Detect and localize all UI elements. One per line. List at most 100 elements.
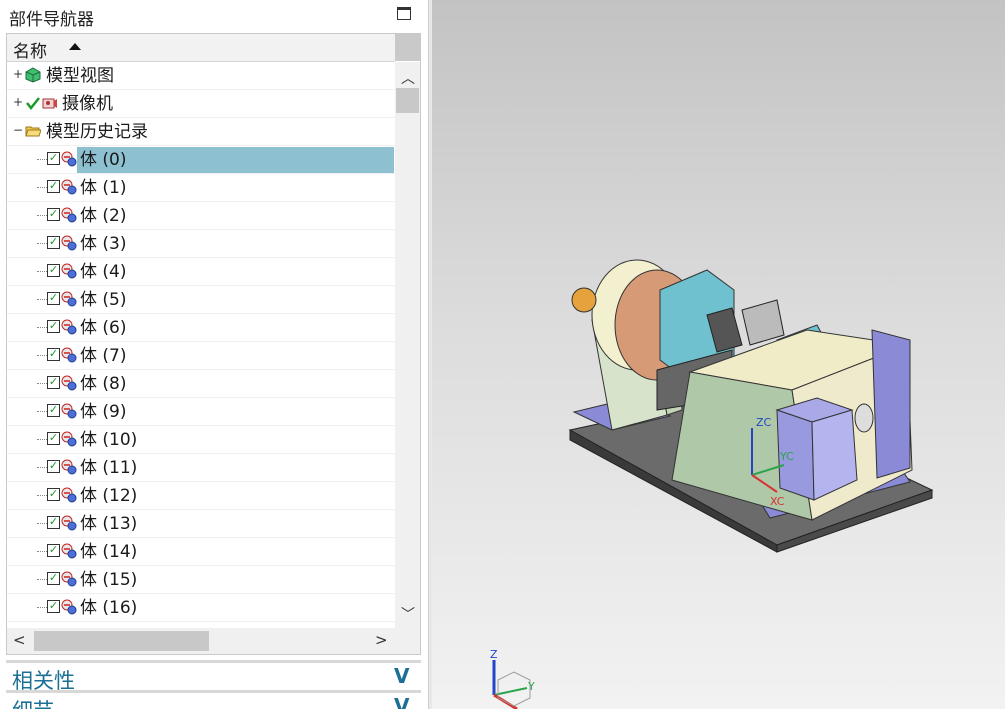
tree-connector: [37, 411, 47, 412]
triad-z-label: Z: [490, 648, 498, 661]
horizontal-scroll-thumb[interactable]: [34, 631, 209, 651]
tree-item-body[interactable]: ✓ 体 (6): [7, 314, 395, 342]
scroll-down-icon[interactable]: ﹀: [401, 604, 415, 624]
checkbox-checked-icon[interactable]: ✓: [47, 152, 60, 165]
section-dependencies[interactable]: 相关性 V: [6, 660, 421, 693]
tree-connector: [37, 355, 47, 356]
tree-item-body[interactable]: ✓ 体 (13): [7, 510, 395, 538]
tree-item-label: 体 (6): [80, 318, 127, 338]
tree-item-body[interactable]: ✓ 体 (7): [7, 342, 395, 370]
tree-item-body[interactable]: ✓ 体 (16): [7, 594, 395, 622]
triad-y-label: Y: [527, 680, 535, 693]
scroll-right-icon[interactable]: >: [375, 631, 388, 649]
checkbox-checked-icon[interactable]: ✓: [47, 488, 60, 501]
graphics-viewport[interactable]: ZC YC XC Z Y: [432, 0, 1005, 709]
tree-item-label: 体 (2): [80, 206, 127, 226]
tree-item-label: 体 (8): [80, 374, 127, 394]
tree-item-body[interactable]: ✓ 体 (3): [7, 230, 395, 258]
fixture-model-graphic[interactable]: ZC YC XC Z Y: [432, 0, 1005, 709]
tree-connector: [37, 523, 47, 524]
tree-connector: [37, 159, 47, 160]
body-feature-icon: [61, 515, 77, 531]
tree-item-body[interactable]: ✓ 体 (15): [7, 566, 395, 594]
tree-connector: [37, 271, 47, 272]
checkbox-checked-icon[interactable]: ✓: [47, 572, 60, 585]
tree-item[interactable]: + 模型视图: [7, 62, 395, 90]
tree-item-label: 体 (0): [77, 147, 394, 173]
tree-item-body[interactable]: ✓ 体 (4): [7, 258, 395, 286]
tree-connector: [37, 215, 47, 216]
column-header-corner: [395, 34, 420, 61]
checkbox-checked-icon[interactable]: ✓: [47, 544, 60, 557]
checkbox-checked-icon[interactable]: ✓: [47, 236, 60, 249]
tree-item-body[interactable]: ✓ 体 (12): [7, 482, 395, 510]
chevron-down-icon[interactable]: V: [394, 664, 409, 688]
checkbox-checked-icon[interactable]: ✓: [47, 348, 60, 361]
horizontal-scrollbar[interactable]: < >: [7, 628, 420, 654]
body-feature-icon: [61, 291, 77, 307]
tree-connector: [37, 243, 47, 244]
checkbox-checked-icon[interactable]: ✓: [47, 292, 60, 305]
body-feature-icon: [61, 375, 77, 391]
tree-item-body[interactable]: ✓ 体 (9): [7, 398, 395, 426]
chevron-down-icon[interactable]: V: [394, 694, 409, 709]
xc-label: XC: [770, 495, 785, 508]
tree-item-body[interactable]: ✓ 体 (10): [7, 426, 395, 454]
tree-connector: [37, 187, 47, 188]
vertical-scrollbar[interactable]: ︿ ﹀: [395, 62, 420, 628]
checkbox-checked-icon[interactable]: ✓: [47, 460, 60, 473]
checkbox-checked-icon[interactable]: ✓: [47, 180, 60, 193]
folder-open-icon: [25, 126, 41, 137]
camera-icon: [42, 98, 57, 109]
checkbox-checked-icon[interactable]: ✓: [47, 320, 60, 333]
tree-item-body[interactable]: ✓ 体 (0): [7, 146, 395, 174]
tree-connector: [37, 327, 47, 328]
tree-item-label: 体 (12): [80, 486, 138, 506]
column-header-name[interactable]: 名称: [7, 34, 395, 62]
tree-item-label: 体 (11): [80, 458, 138, 478]
body-feature-icon: [61, 179, 77, 195]
tree-item-label: 体 (5): [80, 290, 127, 310]
tree-connector: [37, 607, 47, 608]
section-details-label: 细节: [12, 695, 54, 709]
checkbox-checked-icon[interactable]: ✓: [47, 516, 60, 529]
scroll-up-icon[interactable]: ︿: [401, 68, 415, 88]
body-feature-icon: [61, 235, 77, 251]
body-feature-icon: [61, 263, 77, 279]
checkbox-checked-icon[interactable]: ✓: [47, 208, 60, 221]
cube-view-icon: [25, 67, 41, 83]
navigator-title: 部件导航器: [9, 10, 94, 30]
body-feature-icon: [61, 347, 77, 363]
expander-icon[interactable]: +: [13, 96, 23, 108]
tree-item-body[interactable]: ✓ 体 (11): [7, 454, 395, 482]
part-navigator-panel: 部件导航器 名称 + 模型视图 + 摄像机 − 模型历史记录 ✓ 体 (0) ✓ 体 (1) ✓ 体 …: [0, 0, 428, 709]
tree-item-body[interactable]: ✓ 体 (8): [7, 370, 395, 398]
checkbox-checked-icon[interactable]: ✓: [47, 376, 60, 389]
checkbox-checked-icon[interactable]: ✓: [47, 600, 60, 613]
body-feature-icon: [61, 319, 77, 335]
tree-item[interactable]: − 模型历史记录: [7, 118, 395, 146]
tree-item[interactable]: + 摄像机: [7, 90, 395, 118]
section-details[interactable]: 细节 V: [6, 690, 421, 709]
tree-item-body[interactable]: ✓ 体 (14): [7, 538, 395, 566]
body-feature-icon: [61, 487, 77, 503]
triad-y-axis: [493, 687, 528, 696]
vertical-scroll-thumb[interactable]: [396, 88, 419, 113]
expander-icon[interactable]: +: [13, 68, 23, 80]
tree-item-body[interactable]: ✓ 体 (5): [7, 286, 395, 314]
check-icon: [26, 97, 40, 111]
tree-item-body[interactable]: ✓ 体 (1): [7, 174, 395, 202]
checkbox-checked-icon[interactable]: ✓: [47, 264, 60, 277]
sort-ascending-icon: [69, 43, 81, 50]
tree-item-label: 体 (15): [80, 570, 138, 590]
maximize-icon[interactable]: [397, 7, 411, 20]
side-plate: [871, 329, 911, 479]
navigator-tree[interactable]: 名称 + 模型视图 + 摄像机 − 模型历史记录 ✓ 体 (0) ✓ 体 (1) ✓ 体 (2) ✓ 体 …: [6, 33, 421, 655]
expander-icon[interactable]: −: [13, 124, 23, 136]
checkbox-checked-icon[interactable]: ✓: [47, 404, 60, 417]
checkbox-checked-icon[interactable]: ✓: [47, 432, 60, 445]
tree-connector: [37, 299, 47, 300]
tree-item-body[interactable]: ✓ 体 (2): [7, 202, 395, 230]
tree-item-label: 体 (14): [80, 542, 138, 562]
scroll-left-icon[interactable]: <: [13, 631, 26, 649]
